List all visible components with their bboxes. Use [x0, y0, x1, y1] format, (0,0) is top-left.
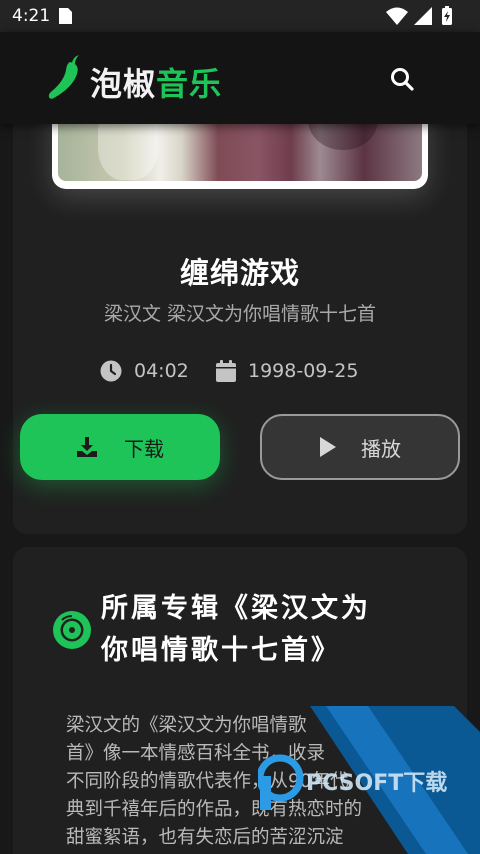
- song-release-date: 1998-09-25: [216, 358, 358, 384]
- play-button[interactable]: 播放: [260, 414, 460, 480]
- app-title-part2: 音乐: [156, 65, 223, 103]
- app-header: 泡椒音乐: [0, 32, 480, 124]
- chili-logo-icon: [48, 55, 79, 99]
- release-date-value: 1998-09-25: [248, 360, 359, 382]
- album-title-line: 你唱情歌十七首》: [101, 635, 341, 666]
- album-title-line: 所属专辑《梁汉文为: [101, 593, 371, 624]
- play-label: 播放: [361, 436, 401, 461]
- clock-icon: [100, 360, 122, 382]
- download-icon: [77, 437, 97, 457]
- app-title: 泡椒音乐: [90, 59, 222, 105]
- download-label: 下载: [124, 436, 164, 461]
- battery-icon: [442, 6, 452, 25]
- description-line: 典到千禧年后的作品，既有热恋时的: [66, 799, 363, 820]
- search-icon[interactable]: [388, 65, 416, 93]
- song-duration: 04:02: [100, 358, 189, 384]
- wifi-icon: [386, 7, 408, 25]
- play-icon: [320, 437, 336, 457]
- album-title: 所属专辑《梁汉文为 你唱情歌十七首》: [101, 588, 401, 672]
- status-icons: [386, 6, 452, 25]
- sim-icon: [59, 8, 72, 24]
- download-button[interactable]: 下载: [20, 414, 220, 480]
- album-description: 梁汉文的《梁汉文为你唱情歌 首》像一本情感百科全书，收录 不同阶段的情歌代表作，…: [66, 712, 418, 852]
- status-bar: 4:21: [0, 0, 480, 32]
- status-time: 4:21: [12, 6, 51, 26]
- disc-icon: [53, 611, 91, 649]
- description-line: 甜蜜絮语，也有失恋后的苦涩沉淀: [66, 827, 344, 848]
- description-line: 首》像一本情感百科全书，收录: [66, 743, 326, 764]
- description-line: 梁汉文的《梁汉文为你唱情歌: [66, 715, 307, 736]
- app-title-part1: 泡椒: [90, 65, 157, 103]
- song-title: 缠绵游戏: [179, 256, 300, 290]
- song-artist-album: 梁汉文 梁汉文为你唱情歌十七首: [103, 303, 377, 325]
- description-line: 不同阶段的情歌代表作，从90年代: [66, 771, 349, 792]
- calendar-icon: [216, 360, 236, 382]
- duration-value: 04:02: [134, 360, 189, 382]
- signal-icon: [414, 7, 432, 25]
